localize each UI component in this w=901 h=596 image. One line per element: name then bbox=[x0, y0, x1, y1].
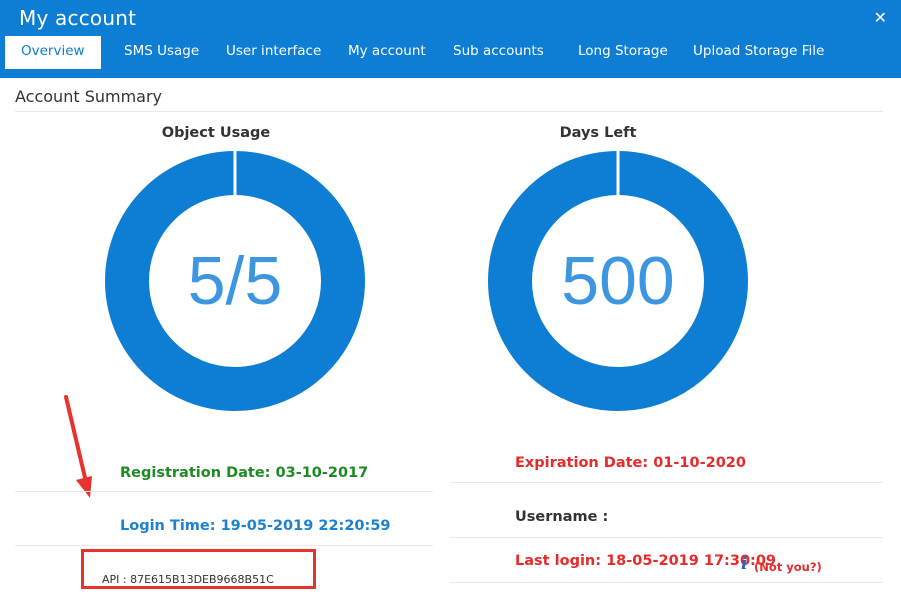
tab-overview[interactable]: Overview bbox=[5, 36, 101, 69]
days-left-value: 500 bbox=[561, 243, 674, 319]
days-left-title: Days Left bbox=[559, 125, 637, 141]
divider bbox=[15, 111, 883, 112]
divider bbox=[450, 582, 883, 583]
registration-date: Registration Date: 03-10-2017 bbox=[120, 465, 369, 481]
close-icon[interactable]: ✕ bbox=[874, 8, 887, 27]
api-key: API : 87E615B13DEB9668B51C bbox=[102, 573, 274, 586]
tab-long-storage[interactable]: Long Storage bbox=[578, 36, 668, 68]
login-time: Login Time: 19-05-2019 22:20:59 bbox=[120, 518, 391, 534]
tab-bar: Overview SMS Usage User interface My acc… bbox=[0, 36, 901, 69]
tab-user-interface[interactable]: User interface bbox=[226, 36, 321, 68]
divider bbox=[15, 545, 433, 546]
divider bbox=[15, 491, 433, 492]
last-login: Last login: 18-05-2019 17:30:09 bbox=[515, 553, 777, 569]
not-you-link[interactable]: (Not you?) bbox=[754, 560, 822, 574]
divider bbox=[450, 537, 883, 538]
tab-sms-usage[interactable]: SMS Usage bbox=[124, 36, 199, 68]
object-usage-value: 5/5 bbox=[188, 243, 283, 319]
window-header: My account ✕ Overview SMS Usage User int… bbox=[0, 0, 901, 78]
divider bbox=[450, 482, 883, 483]
object-usage-donut: 5/5 bbox=[105, 151, 365, 411]
tab-sub-accounts[interactable]: Sub accounts bbox=[453, 36, 544, 68]
tab-my-account[interactable]: My account bbox=[348, 36, 426, 68]
tab-upload-storage-file[interactable]: Upload Storage File bbox=[693, 36, 824, 68]
section-title: Account Summary bbox=[15, 87, 163, 106]
object-usage-title: Object Usage bbox=[161, 125, 271, 141]
username-label: Username : bbox=[515, 509, 609, 525]
expiration-date: Expiration Date: 01-10-2020 bbox=[515, 455, 746, 471]
annotation-arrow bbox=[64, 395, 92, 498]
days-left-donut: 500 bbox=[488, 151, 748, 411]
info-icon[interactable]: i bbox=[741, 554, 747, 574]
window-title: My account bbox=[19, 6, 137, 30]
